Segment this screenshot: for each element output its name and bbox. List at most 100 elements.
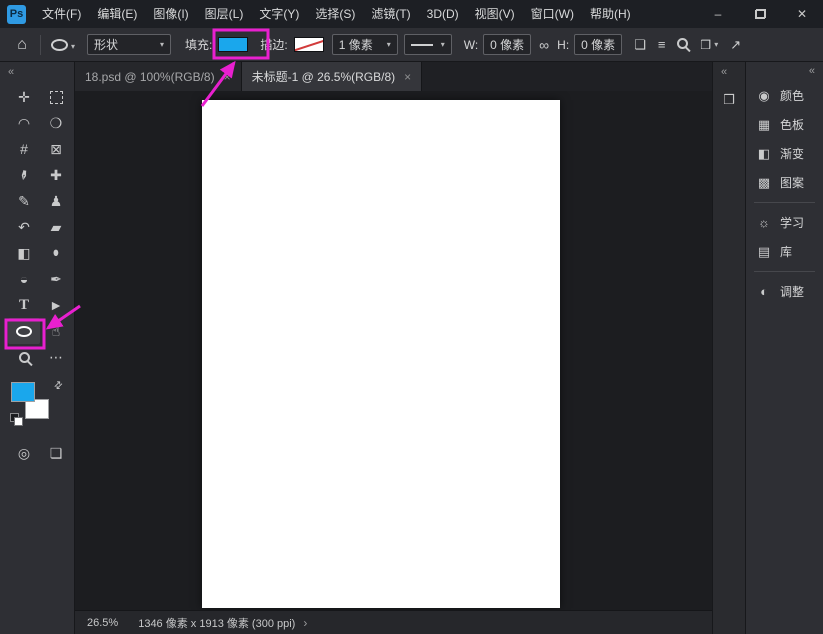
panel-sidebar: « ◉ 颜色 ▦ 色板 ◧ 渐变 ▩ 图案 ☼ 学习 ▤ 库 ◐ 调整 xyxy=(745,62,823,634)
menu-item[interactable]: 编辑(E) xyxy=(89,0,145,28)
fill-color-swatch[interactable] xyxy=(218,37,249,52)
tab-close-icon[interactable]: × xyxy=(224,70,231,84)
panel-tab-label: 调整 xyxy=(780,285,805,299)
panel-tab-color[interactable]: ◉ 颜色 xyxy=(746,81,823,110)
close-icon: ✕ xyxy=(796,7,808,21)
menu-item[interactable]: 3D(D) xyxy=(419,0,467,28)
panel-tab-libraries[interactable]: ▤ 库 xyxy=(746,237,823,266)
blur-tool[interactable]: ● xyxy=(40,240,72,266)
stroke-width-select[interactable]: 1 像素 ▾ xyxy=(331,34,398,55)
panel-separator xyxy=(754,202,815,203)
panel-tab-gradients[interactable]: ◧ 渐变 xyxy=(746,139,823,168)
edit-toolbar-button[interactable]: ⋯ xyxy=(40,344,72,370)
chevron-right-icon[interactable]: › xyxy=(303,616,307,630)
menu-item[interactable]: 图像(I) xyxy=(145,0,196,28)
history-brush-tool[interactable]: ↶ xyxy=(8,214,40,240)
eraser-tool[interactable]: ▰ xyxy=(40,214,72,240)
object-selection-tool[interactable]: ❍ xyxy=(40,110,72,136)
history-brush-tool-icon: ↶ xyxy=(18,219,30,235)
stroke-color-swatch[interactable] xyxy=(293,37,324,52)
hand-tool[interactable]: ☝ xyxy=(40,318,72,344)
restore-button[interactable] xyxy=(739,0,781,28)
tab-close-icon[interactable]: × xyxy=(404,70,411,84)
rectangular-marquee-tool[interactable] xyxy=(40,84,72,110)
default-colors-icon[interactable] xyxy=(10,413,23,426)
gradient-tool-icon: ◧ xyxy=(17,245,31,261)
hand-tool-icon: ☝ xyxy=(51,323,61,339)
shape-width-field[interactable]: 0 像素 xyxy=(483,34,532,55)
shape-mode-select[interactable]: 形状 ▾ xyxy=(87,34,172,55)
brush-tool-icon: ✎ xyxy=(18,193,30,209)
tool-preset-button[interactable]: ▾ xyxy=(51,38,75,51)
swap-colors-icon[interactable]: ⇄ xyxy=(52,379,66,393)
menu-bar: 文件(F) 编辑(E) 图像(I) 图层(L) 文字(Y) 选择(S) 滤镜(T) 3D(D)… xyxy=(34,0,639,28)
zoom-tool[interactable] xyxy=(8,344,40,370)
menu-item[interactable]: 图层(L) xyxy=(197,0,252,28)
document-canvas[interactable] xyxy=(202,100,560,608)
eraser-tool-icon: ▰ xyxy=(50,219,62,235)
frame-tool[interactable]: ⊠ xyxy=(40,136,72,162)
panel-tabs: ◉ 颜色 ▦ 色板 ◧ 渐变 ▩ 图案 ☼ 学习 ▤ 库 ◐ 调整 xyxy=(746,81,823,306)
gradient-tool[interactable]: ◧ xyxy=(8,240,40,266)
screen-mode-button[interactable]: ❏ xyxy=(40,440,72,466)
type-tool[interactable]: T xyxy=(8,292,40,318)
status-bar: 26.5% 1346 像素 x 1913 像素 (300 ppi) › xyxy=(75,610,712,634)
menu-item[interactable]: 文件(F) xyxy=(34,0,89,28)
home-button[interactable]: ⌂ xyxy=(12,36,32,53)
document-tab[interactable]: 18.psd @ 100%(RGB/8) × xyxy=(75,62,242,91)
document-tab[interactable]: 未标题-1 @ 26.5%(RGB/8) × xyxy=(241,62,423,91)
crop-tool[interactable]: # xyxy=(8,136,40,162)
dodge-tool[interactable]: ◒ xyxy=(8,266,40,292)
type-tool-icon: T xyxy=(18,296,29,313)
path-alignment-button[interactable]: ≡ xyxy=(658,38,666,51)
search-icon[interactable] xyxy=(677,38,689,51)
photoshop-logo-icon: Ps xyxy=(7,4,26,24)
menu-item[interactable]: 文字(Y) xyxy=(251,0,307,28)
eyedropper-tool-icon: ✒ xyxy=(15,167,33,183)
minimize-button[interactable]: – xyxy=(697,0,739,28)
shape-height-field[interactable]: 0 像素 xyxy=(574,34,623,55)
zoom-level[interactable]: 26.5% xyxy=(87,617,118,629)
path-operations-button[interactable]: ❏ xyxy=(634,38,646,51)
menu-item[interactable]: 帮助(H) xyxy=(582,0,639,28)
collapse-dock-button[interactable]: « xyxy=(713,62,745,80)
panel-toggle-button[interactable]: ❒ ▾ xyxy=(700,38,718,52)
background-color-swatch[interactable] xyxy=(25,399,49,419)
foreground-color-swatch[interactable] xyxy=(11,382,35,402)
pen-tool[interactable]: ✒ xyxy=(40,266,72,292)
lasso-tool[interactable]: ◠ xyxy=(8,110,40,136)
menu-item[interactable]: 滤镜(T) xyxy=(363,0,418,28)
collapse-panels-button[interactable]: « xyxy=(746,62,823,81)
menu-item[interactable]: 选择(S) xyxy=(307,0,363,28)
quick-mask-mode-button[interactable]: ◎ xyxy=(8,440,40,466)
collapsed-panel-dock: « ❒ xyxy=(712,62,745,634)
collapse-toolbar-button[interactable]: « xyxy=(0,62,74,80)
ellipse-tool[interactable] xyxy=(8,318,40,344)
spot-healing-brush-tool[interactable]: ✚ xyxy=(40,162,72,188)
libraries-icon: ▤ xyxy=(757,243,771,259)
stroke-style-line-icon xyxy=(410,43,433,46)
width-label: W: xyxy=(463,37,479,52)
clone-stamp-tool[interactable]: ♟ xyxy=(40,188,72,214)
menu-item[interactable]: 窗口(W) xyxy=(523,0,582,28)
panel-stack-icon[interactable]: ❒ xyxy=(713,92,745,108)
panel-tab-learn[interactable]: ☼ 学习 xyxy=(746,208,823,237)
spot-healing-brush-tool-icon: ✚ xyxy=(50,167,62,183)
panel-tab-swatches[interactable]: ▦ 色板 xyxy=(746,110,823,139)
panel-tab-patterns[interactable]: ▩ 图案 xyxy=(746,168,823,197)
path-selection-tool[interactable]: ► xyxy=(40,292,72,318)
separator xyxy=(40,34,41,55)
panel-tab-label: 颜色 xyxy=(780,89,805,103)
share-button[interactable]: ↗ xyxy=(730,38,741,51)
panel-tab-adjustments[interactable]: ◐ 调整 xyxy=(746,277,823,306)
link-dimensions-icon[interactable]: ∞ xyxy=(539,38,549,52)
gradients-icon: ◧ xyxy=(757,145,771,161)
document-tabbar: 18.psd @ 100%(RGB/8) × 未标题-1 @ 26.5%(RGB/8… xyxy=(75,62,712,91)
eyedropper-tool[interactable]: ✒ xyxy=(8,162,40,188)
stroke-style-select[interactable]: ▾ xyxy=(403,34,452,55)
brush-tool[interactable]: ✎ xyxy=(8,188,40,214)
move-tool[interactable]: ✛ xyxy=(8,84,40,110)
menu-item[interactable]: 视图(V) xyxy=(467,0,523,28)
close-button[interactable]: ✕ xyxy=(781,0,823,28)
tools-grid: ✛ ◠ ❍ # ⊠ ✒ ✚ ✎ ♟ ↶ ▰ ◧ ● ◒ ✒ T ► ☝ ⋯ xyxy=(0,84,74,370)
